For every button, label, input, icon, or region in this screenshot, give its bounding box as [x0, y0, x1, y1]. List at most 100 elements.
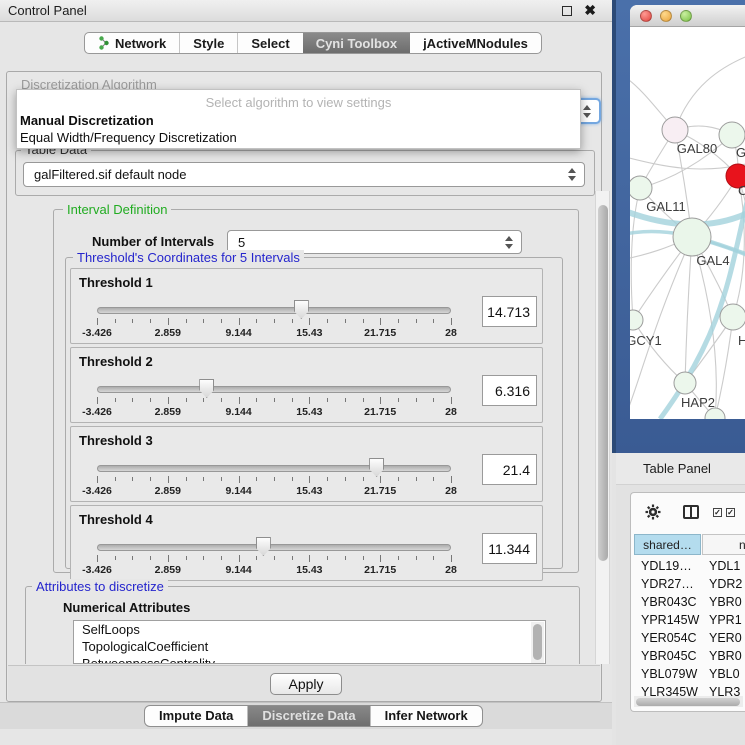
slider-tick — [433, 398, 434, 402]
table-row[interactable]: YPR145WYPR1 — [634, 611, 745, 629]
column-header-shared-name[interactable]: shared… — [634, 534, 701, 555]
threshold-4-panel: Threshold 4 -3.4262.8599.14415.4321.7152… — [70, 505, 543, 581]
tab-cyni-toolbox[interactable]: Cyni Toolbox — [303, 33, 410, 53]
slider-tick-labels: -3.4262.8599.14415.4321.71528 — [71, 485, 542, 497]
table-row[interactable]: YIL052CYIL0 — [634, 707, 745, 712]
column-header-name[interactable]: n — [702, 534, 745, 555]
node-label-gal4: GAL4 — [696, 253, 729, 268]
node-gal80[interactable] — [662, 117, 688, 143]
node-table-card: ✓ ✓ shared… n YDL19…YDL1 YDR27…YDR2 YBR0… — [630, 492, 745, 712]
slider-tick — [168, 476, 169, 483]
slider-tick-label: -3.426 — [82, 327, 112, 339]
slider-tick — [345, 398, 346, 402]
tab-discretize-data[interactable]: Discretize Data — [247, 706, 369, 726]
table-data-combobox[interactable]: galFiltered.sif default node — [23, 162, 585, 187]
attribute-item-topologicalcoefficient[interactable]: TopologicalCoefficient — [74, 638, 545, 655]
threshold-2-slider-thumb[interactable] — [199, 379, 214, 398]
algorithm-option-manual[interactable]: Manual Discretization — [20, 113, 154, 128]
slider-tick — [292, 319, 293, 323]
slider-tick — [239, 555, 240, 562]
slider-tick — [309, 555, 310, 562]
checkbox-icon[interactable]: ✓ — [713, 508, 722, 517]
slider-tick — [115, 398, 116, 402]
node-gal4[interactable] — [673, 218, 711, 256]
algorithm-popup-hint: Select algorithm to view settings — [17, 95, 580, 110]
tab-jactivemnodules-label: jActiveMNodules — [423, 36, 528, 51]
threshold-4-slider-thumb[interactable] — [256, 537, 271, 556]
table-row[interactable]: YBR045CYBR0 — [634, 647, 745, 665]
table-row[interactable]: YBR043CYBR0 — [634, 593, 745, 611]
slider-ticks — [71, 555, 542, 563]
node-gcy1[interactable] — [630, 310, 643, 330]
table-panel-titlebar[interactable]: Table Panel — [616, 453, 745, 485]
slider-tick-label: 2.859 — [155, 406, 181, 418]
threshold-1-value-field[interactable] — [482, 296, 537, 327]
tab-infer-network[interactable]: Infer Network — [370, 706, 482, 726]
combo-arrows-icon — [568, 167, 577, 182]
threshold-1-slider-track[interactable] — [97, 307, 451, 314]
checkbox-icon[interactable]: ✓ — [726, 508, 735, 517]
slider-tick — [97, 476, 98, 483]
node-label-gal80: GAL80 — [677, 141, 717, 156]
algorithm-option-equal-width[interactable]: Equal Width/Frequency Discretization — [20, 130, 237, 145]
close-traffic-light-icon[interactable] — [640, 10, 652, 22]
network-canvas[interactable]: GAL80 G. C GAL11 GAL4 GCY1 H HAP2 — [630, 27, 745, 419]
slider-tick — [168, 555, 169, 562]
table-horizontal-scrollbar[interactable] — [634, 696, 743, 707]
right-region: GAL80 G. C GAL11 GAL4 GCY1 H HAP2 Table … — [612, 0, 745, 745]
slider-tick — [274, 319, 275, 323]
minimize-traffic-light-icon[interactable] — [660, 10, 672, 22]
table-data-value: galFiltered.sif default node — [34, 167, 186, 182]
slider-tick — [309, 476, 310, 483]
threshold-2-value-field[interactable] — [482, 375, 537, 406]
slider-tick — [203, 477, 204, 481]
slider-tick — [327, 398, 328, 402]
tab-jactivemnodules[interactable]: jActiveMNodules — [410, 33, 541, 53]
threshold-2-slider-track[interactable] — [97, 386, 451, 393]
close-icon[interactable]: ✖ — [584, 2, 596, 19]
table-row[interactable]: YDR27…YDR2 — [634, 575, 745, 593]
node-label-g-cut: G. — [736, 145, 745, 160]
slider-tick — [132, 319, 133, 323]
slider-tick-label: 21.715 — [364, 327, 396, 339]
attribute-item-selfloops[interactable]: SelfLoops — [74, 621, 545, 638]
attributes-list-scrollbar[interactable] — [531, 622, 544, 663]
threshold-3-slider-thumb[interactable] — [369, 458, 384, 477]
scrollbar-thumb[interactable] — [598, 205, 608, 561]
node-label-gcy1: GCY1 — [630, 333, 662, 348]
tab-select[interactable]: Select — [237, 33, 302, 53]
threshold-4-slider-track[interactable] — [97, 544, 451, 551]
attribute-item-betweennesscentrality[interactable]: BetweennessCentrality — [74, 655, 545, 664]
slider-tick — [345, 477, 346, 481]
node-h-cut[interactable] — [720, 304, 745, 330]
tab-impute-data[interactable]: Impute Data — [145, 706, 247, 726]
threshold-1-slider-thumb[interactable] — [294, 300, 309, 319]
tab-select-label: Select — [251, 36, 289, 51]
tab-network[interactable]: Network — [85, 33, 179, 53]
table-row[interactable]: YER054CYER0 — [634, 629, 745, 647]
node-hap2[interactable] — [674, 372, 696, 394]
zoom-traffic-light-icon[interactable] — [680, 10, 692, 22]
slider-tick — [451, 555, 452, 562]
control-panel-titlebar[interactable]: Control Panel ✖ — [0, 0, 612, 22]
tab-style[interactable]: Style — [179, 33, 237, 53]
node-gal11[interactable] — [630, 176, 652, 200]
slider-tick — [203, 556, 204, 560]
slider-tick — [363, 319, 364, 323]
apply-button[interactable]: Apply — [270, 673, 342, 695]
gear-icon[interactable] — [645, 504, 661, 520]
tab-cyni-toolbox-label: Cyni Toolbox — [316, 36, 397, 51]
table-row[interactable]: YBL079WYBL0 — [634, 665, 745, 683]
slider-tick-label: 28 — [445, 485, 457, 497]
network-window-titlebar[interactable] — [630, 5, 745, 27]
attributes-group-label: Attributes to discretize — [32, 579, 168, 594]
float-window-icon[interactable] — [562, 6, 572, 16]
threshold-3-value-field[interactable] — [482, 454, 537, 485]
table-row[interactable]: YDL19…YDL1 — [634, 557, 745, 575]
threshold-4-value-field[interactable] — [482, 533, 537, 564]
split-table-icon[interactable] — [683, 505, 699, 519]
threshold-3-slider-track[interactable] — [97, 465, 451, 472]
slider-tick — [416, 398, 417, 402]
settings-vertical-scrollbar[interactable] — [595, 191, 610, 664]
slider-tick — [380, 555, 381, 562]
